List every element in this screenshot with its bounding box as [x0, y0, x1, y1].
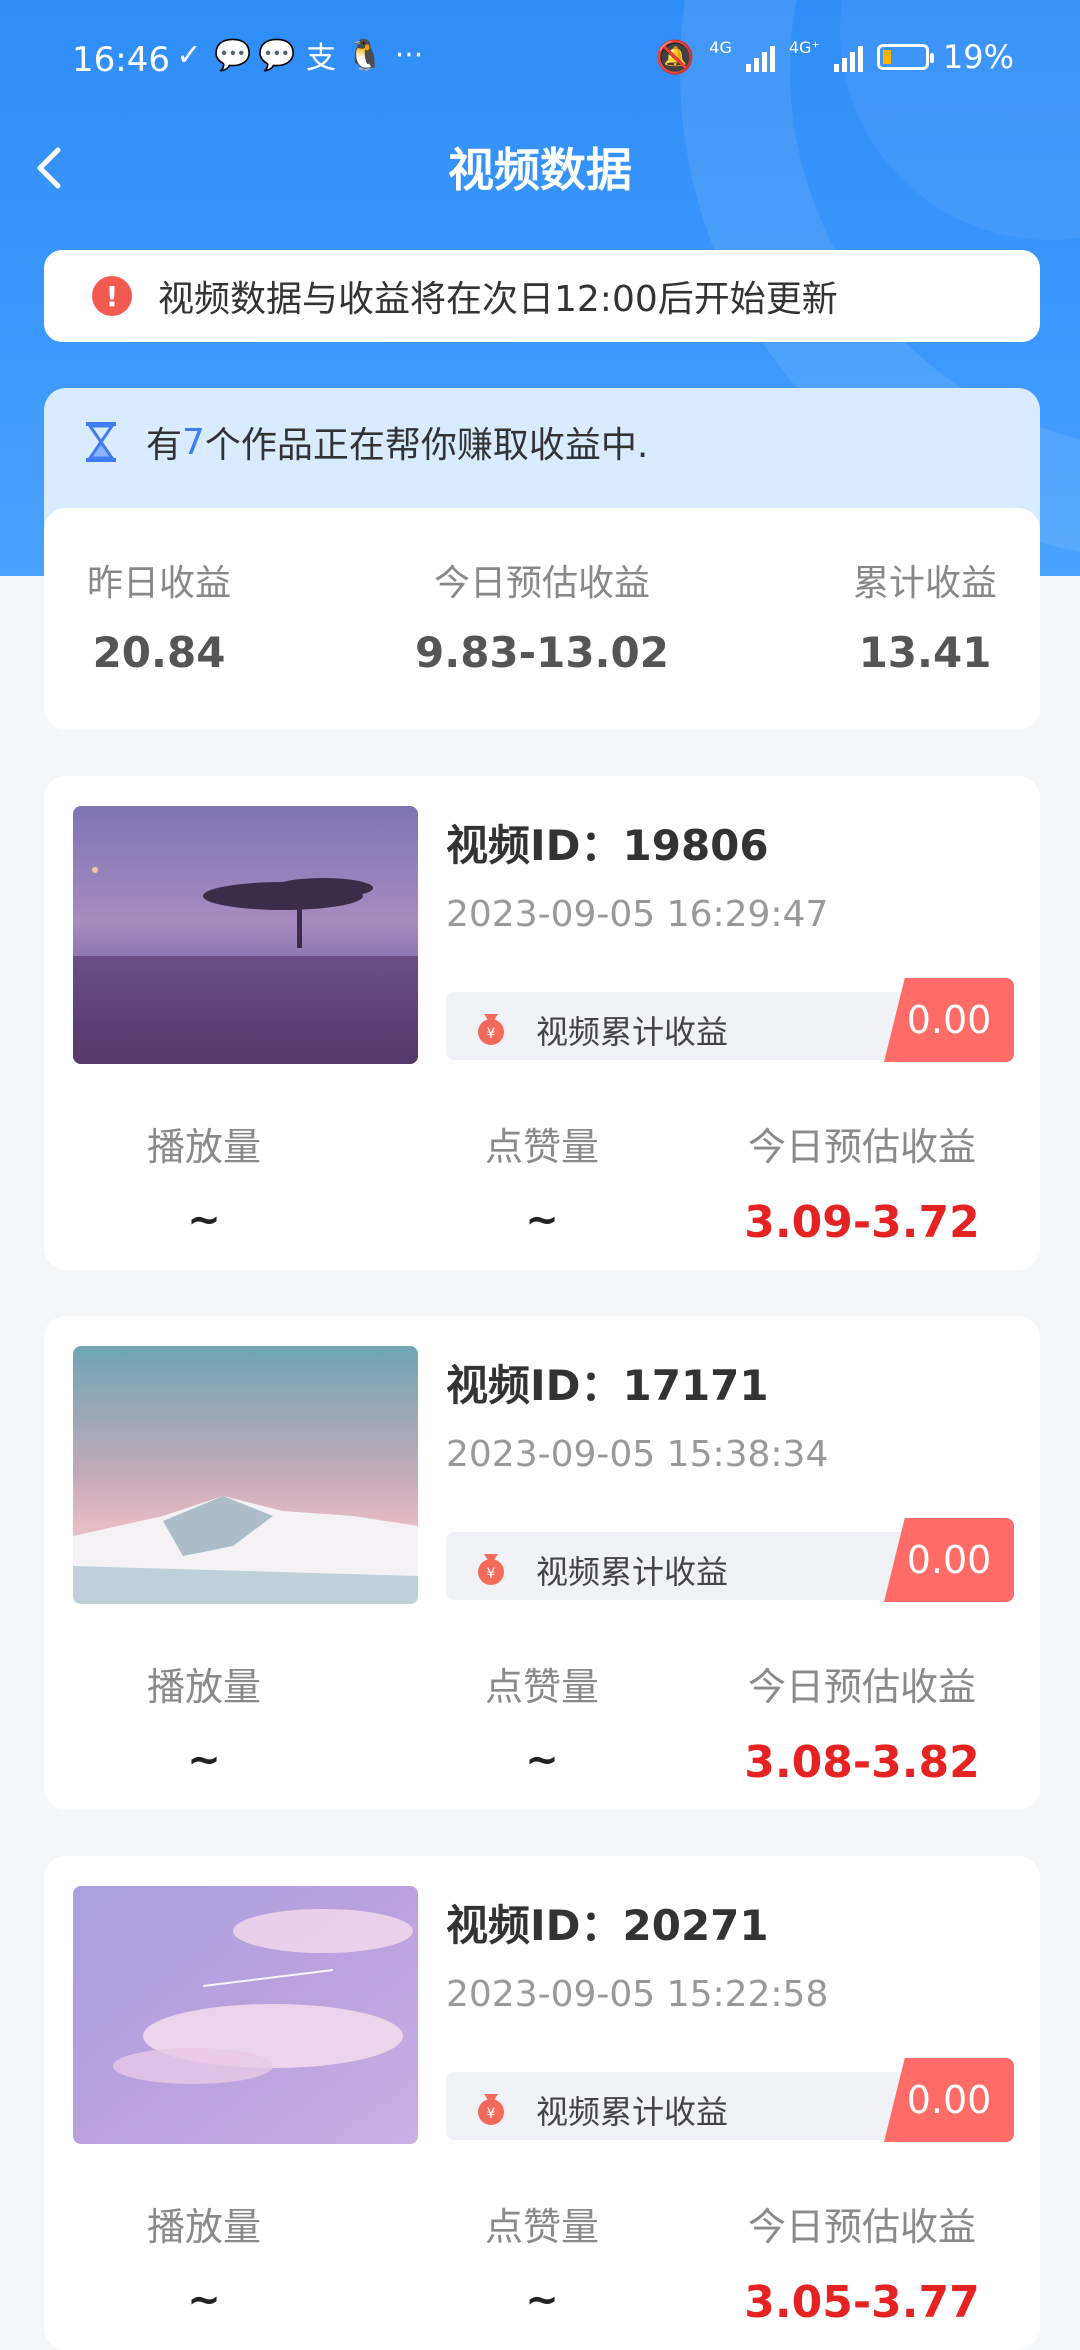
video-cumulative-earnings: ¥ 视频累计收益 0.00 — [446, 2058, 1014, 2142]
network-type-1: 4G — [709, 38, 732, 57]
wechat-icon: 💬 — [214, 37, 252, 73]
earning-count: 7 — [182, 421, 205, 463]
stat-label: 点赞量 — [484, 1665, 599, 1709]
video-cumulative-earnings: ¥ 视频累计收益 0.00 — [446, 1518, 1014, 1602]
stat-estimated-earnings: 今日预估收益 3.08-3.82 — [702, 1656, 1022, 1788]
stat-label: 播放量 — [146, 1665, 261, 1709]
summary-today-estimate: 今日预估收益 9.83-13.02 — [262, 554, 822, 677]
stat-likes: 点赞量 ~ — [382, 1656, 702, 1783]
money-bag-icon: ¥ — [478, 1554, 504, 1585]
stat-value: ~ — [525, 1197, 559, 1243]
video-date: 2023-09-05 15:22:58 — [446, 1974, 829, 2015]
stat-label: 今日预估收益 — [747, 1665, 976, 1709]
alert-icon: ! — [92, 276, 132, 316]
stat-value: 3.08-3.82 — [744, 1737, 980, 1788]
hourglass-icon — [86, 422, 116, 462]
video-date: 2023-09-05 16:29:47 — [446, 894, 829, 935]
summary-value: 20.84 — [92, 628, 226, 677]
svg-text:¥: ¥ — [487, 1566, 496, 1582]
summary-yesterday: 昨日收益 20.84 — [64, 554, 254, 677]
video-date: 2023-09-05 15:38:34 — [446, 1434, 829, 1475]
stat-value: ~ — [187, 2277, 221, 2323]
video-thumbnail[interactable] — [73, 1886, 418, 2144]
cumulative-label: 视频累计收益 — [536, 2093, 729, 2131]
mute-icon: 🔕 — [655, 38, 696, 76]
stat-likes: 点赞量 ~ — [382, 2196, 702, 2323]
stat-likes: 点赞量 ~ — [382, 1116, 702, 1243]
earnings-summary: 昨日收益 20.84 今日预估收益 9.83-13.02 累计收益 13.41 — [44, 508, 1040, 730]
qq-icon: 🐧 — [346, 37, 384, 73]
alipay-icon: 支 — [306, 41, 336, 76]
video-thumbnail[interactable] — [73, 806, 418, 1064]
summary-total: 累计收益 13.41 — [820, 554, 1030, 677]
stat-label: 播放量 — [146, 1125, 261, 1169]
cumulative-value: 0.00 — [884, 2058, 1014, 2142]
stat-plays: 播放量 ~ — [44, 2196, 364, 2323]
stat-value: 3.05-3.77 — [744, 2277, 980, 2328]
battery-level: 19% — [942, 38, 1014, 76]
stat-value: ~ — [525, 1737, 559, 1783]
status-right: 🔕 4G 4G⁺ 19% — [655, 38, 1014, 76]
summary-label: 今日预估收益 — [433, 563, 650, 604]
stat-estimated-earnings: 今日预估收益 3.05-3.77 — [702, 2196, 1022, 2328]
cumulative-value: 0.00 — [884, 1518, 1014, 1602]
stat-value: ~ — [187, 1737, 221, 1783]
summary-label: 昨日收益 — [86, 563, 231, 604]
summary-value: 13.41 — [858, 628, 992, 677]
app-notification-icon: ✓ — [176, 37, 202, 73]
notice-text: 视频数据与收益将在次日12:00后开始更新 — [158, 279, 838, 320]
stat-value: 3.09-3.72 — [744, 1197, 980, 1248]
stat-label: 点赞量 — [484, 2205, 599, 2249]
page-title: 视频数据 — [448, 143, 632, 197]
stat-label: 播放量 — [146, 2205, 261, 2249]
notification-icons: ✓ 💬 💬 支 🐧 ··· — [172, 37, 426, 77]
video-id: 视频ID：19806 — [446, 821, 769, 870]
summary-value: 9.83-13.02 — [415, 628, 669, 677]
stat-label: 今日预估收益 — [747, 2205, 976, 2249]
wechat-icon: 💬 — [258, 37, 296, 73]
video-id: 视频ID：17171 — [446, 1361, 769, 1410]
status-bar: 16:46 ✓ 💬 💬 支 🐧 ··· 🔕 4G 4G⁺ 19% — [0, 0, 1080, 120]
stat-estimated-earnings: 今日预估收益 3.09-3.72 — [702, 1116, 1022, 1248]
video-card[interactable]: 视频ID：19806 2023-09-05 16:29:47 ¥ 视频累计收益 … — [44, 776, 1040, 1270]
video-cumulative-earnings: ¥ 视频累计收益 0.00 — [446, 978, 1014, 1062]
earning-suffix: 个作品正在帮你赚取收益中. — [204, 425, 649, 466]
more-notifications-icon: ··· — [394, 37, 424, 73]
stat-value: ~ — [525, 2277, 559, 2323]
stat-label: 点赞量 — [484, 1125, 599, 1169]
earning-prefix: 有 — [146, 425, 183, 466]
update-notice: ! 视频数据与收益将在次日12:00后开始更新 — [44, 250, 1040, 342]
video-card[interactable]: 视频ID：17171 2023-09-05 15:38:34 ¥ 视频累计收益 … — [44, 1316, 1040, 1810]
svg-text:¥: ¥ — [487, 2106, 496, 2122]
summary-label: 累计收益 — [852, 563, 997, 604]
stat-label: 今日预估收益 — [747, 1125, 976, 1169]
network-type-2: 4G⁺ — [788, 38, 820, 57]
money-bag-icon: ¥ — [478, 2094, 504, 2125]
stat-plays: 播放量 ~ — [44, 1116, 364, 1243]
signal-icon — [833, 42, 863, 72]
status-time: 16:46 — [72, 40, 170, 80]
cumulative-value: 0.00 — [884, 978, 1014, 1062]
video-thumbnail[interactable] — [73, 1346, 418, 1604]
cumulative-label: 视频累计收益 — [536, 1553, 729, 1591]
video-id: 视频ID：20271 — [446, 1901, 769, 1950]
stat-value: ~ — [187, 1197, 221, 1243]
video-card[interactable]: 视频ID：20271 2023-09-05 15:22:58 ¥ 视频累计收益 … — [44, 1856, 1040, 2350]
money-bag-icon: ¥ — [478, 1014, 504, 1045]
svg-text:¥: ¥ — [487, 1026, 496, 1042]
stat-plays: 播放量 ~ — [44, 1656, 364, 1783]
cumulative-label: 视频累计收益 — [536, 1013, 729, 1051]
nav-bar: 视频数据 — [0, 120, 1080, 210]
signal-icon — [745, 42, 775, 72]
battery-icon — [876, 44, 934, 70]
earning-status: 有 7 个作品正在帮你赚取收益中. — [82, 416, 648, 468]
